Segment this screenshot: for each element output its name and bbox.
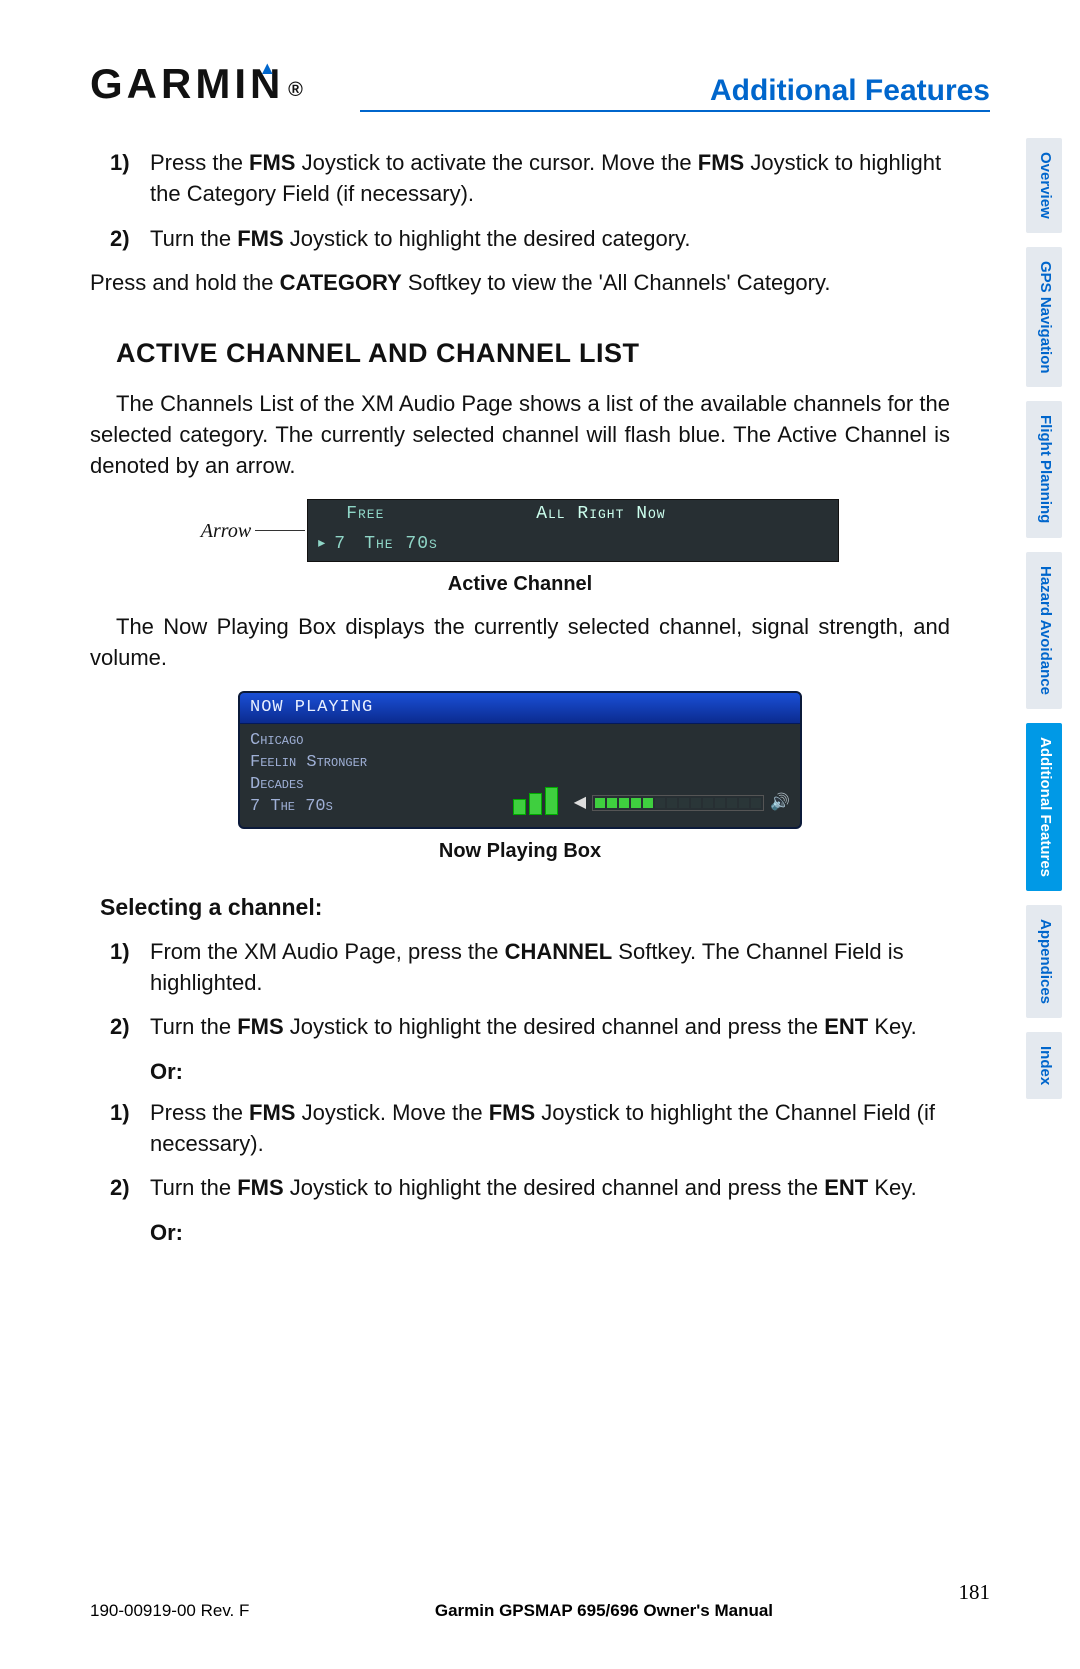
- step-text: From the XM Audio Page, press the CHANNE…: [150, 937, 950, 999]
- tab-gps-navigation[interactable]: GPS Navigation: [1026, 247, 1062, 388]
- arrow-leader-line: [255, 530, 305, 531]
- sub-heading: Selecting a channel:: [100, 891, 950, 923]
- step: 2)Turn the FMS Joystick to highlight the…: [110, 224, 950, 255]
- page-header: GARMIN▲® Additional Features: [90, 60, 990, 108]
- np-genre: Decades: [250, 774, 513, 796]
- logo-triangle-icon: ▲: [258, 58, 280, 79]
- step-text: Turn the FMS Joystick to highlight the d…: [150, 224, 950, 255]
- tab-index[interactable]: Index: [1026, 1032, 1062, 1099]
- active-channel-box: Free All Right Now ▸ 7 The 70s: [307, 499, 839, 561]
- step-number: 2): [110, 1012, 150, 1043]
- ac-song: All Right Now: [536, 502, 665, 527]
- signal-strength-icon: [513, 787, 558, 815]
- ac-channel-number: 7: [334, 532, 364, 557]
- speaker-high-icon: 🔊: [770, 792, 790, 814]
- selecting-steps-a: 1)From the XM Audio Page, press the CHAN…: [110, 937, 950, 1043]
- step-text: Press the FMS Joystick to activate the c…: [150, 148, 950, 210]
- now-playing-paragraph: The Now Playing Box displays the current…: [90, 612, 950, 674]
- step: 1)Press the FMS Joystick to activate the…: [110, 148, 950, 210]
- now-playing-box: NOW PLAYING Chicago Feelin Stronger Deca…: [238, 691, 802, 828]
- tab-overview[interactable]: Overview: [1026, 138, 1062, 233]
- now-playing-title: NOW PLAYING: [240, 693, 800, 724]
- ac-category: Free: [346, 502, 536, 527]
- page-number: 181: [958, 1580, 990, 1605]
- hold-category-line: Press and hold the CATEGORY Softkey to v…: [90, 268, 950, 299]
- brand-text: GARMIN: [90, 60, 284, 108]
- np-artist: Chicago: [250, 730, 513, 752]
- active-channel-figure: Arrow Free All Right Now ▸ 7 The 70s Act…: [90, 499, 950, 597]
- arrow-callout-label: Arrow: [201, 517, 251, 545]
- selecting-steps-b: 1)Press the FMS Joystick. Move the FMS J…: [110, 1098, 950, 1204]
- brand-logo: GARMIN▲®: [90, 60, 325, 108]
- intro-steps: 1)Press the FMS Joystick to activate the…: [110, 148, 950, 254]
- main-content: 1)Press the FMS Joystick to activate the…: [90, 148, 990, 1249]
- np-track: Feelin Stronger: [250, 752, 513, 774]
- page-footer: 190-00919-00 Rev. F Garmin GPSMAP 695/69…: [90, 1598, 990, 1623]
- step-text: Turn the FMS Joystick to highlight the d…: [150, 1012, 950, 1043]
- np-channel: 7 The 70s: [250, 796, 513, 818]
- now-playing-caption: Now Playing Box: [90, 837, 950, 865]
- tab-hazard-avoidance[interactable]: Hazard Avoidance: [1026, 552, 1062, 709]
- manual-title: Garmin GPSMAP 695/696 Owner's Manual: [435, 1601, 773, 1621]
- step-number: 1): [110, 937, 150, 999]
- step-number: 1): [110, 1098, 150, 1160]
- step-number: 2): [110, 1173, 150, 1204]
- ac-channel-name: The 70s: [364, 532, 438, 557]
- step: 2)Turn the FMS Joystick to highlight the…: [110, 1012, 950, 1043]
- page-title: Additional Features: [710, 74, 990, 108]
- tab-flight-planning[interactable]: Flight Planning: [1026, 401, 1062, 537]
- active-channel-caption: Active Channel: [90, 570, 950, 598]
- tab-additional-features[interactable]: Additional Features: [1026, 723, 1062, 891]
- arrow-icon: ▸: [316, 532, 334, 557]
- section-heading: ACTIVE CHANNEL AND CHANNEL LIST: [116, 335, 950, 373]
- side-tabs: Overview GPS Navigation Flight Planning Haz…: [1026, 138, 1062, 1099]
- channels-paragraph: The Channels List of the XM Audio Page s…: [90, 389, 950, 481]
- step: 1)From the XM Audio Page, press the CHAN…: [110, 937, 950, 999]
- step: 2)Turn the FMS Joystick to highlight the…: [110, 1173, 950, 1204]
- volume-bar: [592, 795, 764, 811]
- now-playing-figure: NOW PLAYING Chicago Feelin Stronger Deca…: [90, 691, 950, 864]
- volume-indicator: ◀ 🔊: [574, 792, 790, 814]
- step: 1)Press the FMS Joystick. Move the FMS J…: [110, 1098, 950, 1160]
- step-number: 2): [110, 224, 150, 255]
- step-number: 1): [110, 148, 150, 210]
- or-separator-2: Or:: [150, 1218, 950, 1249]
- or-separator-1: Or:: [150, 1057, 950, 1088]
- header-rule: [360, 110, 990, 112]
- doc-revision: 190-00919-00 Rev. F: [90, 1601, 249, 1621]
- speaker-low-icon: ◀: [574, 792, 586, 814]
- tab-appendices[interactable]: Appendices: [1026, 905, 1062, 1018]
- step-text: Press the FMS Joystick. Move the FMS Joy…: [150, 1098, 950, 1160]
- step-text: Turn the FMS Joystick to highlight the d…: [150, 1173, 950, 1204]
